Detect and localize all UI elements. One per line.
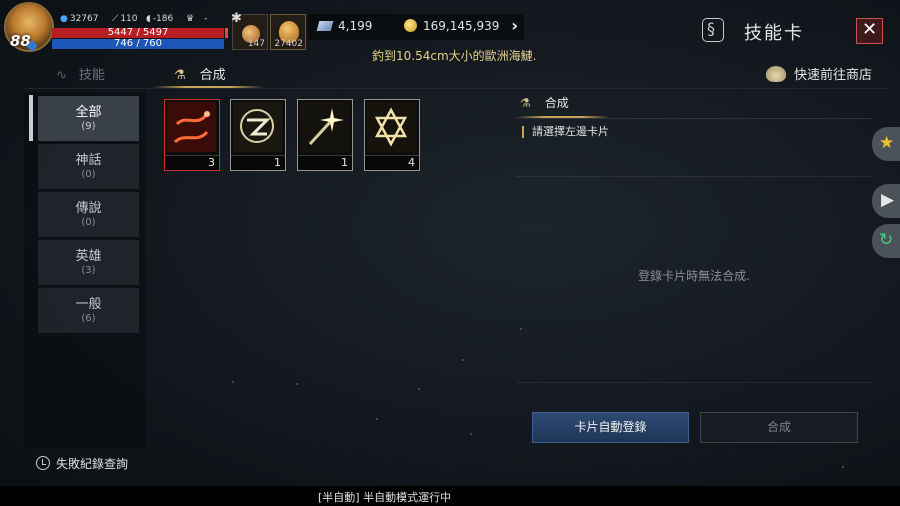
defense-stat: ◖ -186 <box>146 14 173 24</box>
category-count: (0) <box>81 169 96 180</box>
history-clock-icon <box>36 456 50 470</box>
gold-coin-icon <box>404 19 417 32</box>
synthesis-panel-header: ⚗ 合成 <box>520 94 569 111</box>
helmet-icon: ◖ <box>146 14 151 24</box>
defense-value: -186 <box>152 14 174 24</box>
category-label: 一般 <box>75 297 102 312</box>
synthesize-button[interactable]: 合成 <box>700 412 858 443</box>
potion-count: 147 <box>247 39 265 49</box>
flask-icon: ⚗ <box>520 96 531 110</box>
close-icon[interactable]: ✕ <box>862 19 877 40</box>
category-label: 英雄 <box>75 249 102 264</box>
arcane-sigil-icon <box>233 102 282 152</box>
category-normal[interactable]: 一般 (6) <box>38 288 139 333</box>
hp-bar: 5447 / 5497 <box>52 27 228 38</box>
category-mythic[interactable]: 神話 (0) <box>38 144 139 189</box>
trophy-icon: ♛ <box>186 14 195 24</box>
sword-icon: ⟋ <box>112 14 119 24</box>
gem-currency: 4,199 <box>316 19 373 33</box>
category-count: (3) <box>81 265 96 276</box>
tab-divider <box>24 88 888 89</box>
favorite-side-button[interactable]: ★ <box>872 127 900 161</box>
chevron-right-icon[interactable]: › <box>511 16 518 35</box>
swap-side-button[interactable]: ↻ <box>872 224 900 258</box>
category-sidebar: 全部 (9) 神話 (0) 傳說 (0) 英雄 (3) 一般 (6) <box>24 92 146 448</box>
skill-tab-icon: ∿ <box>56 68 67 83</box>
skill-card-icon <box>702 18 724 42</box>
tab-synthesis[interactable]: ⚗ 合成 <box>174 64 226 83</box>
shop-shortcut-label: 快速前往商店 <box>794 68 873 83</box>
system-notice: 釣到10.54cm大小的歐洲海鰱. <box>372 49 537 63</box>
category-legendary[interactable]: 傳說 (0) <box>38 192 139 237</box>
card-count: 4 <box>365 155 419 170</box>
quick-slot-potion[interactable]: ✱ 147 <box>231 11 268 50</box>
power-value: 32767 <box>69 14 99 24</box>
gem-icon <box>316 21 334 31</box>
auto-mode-status: [半自動] 半自動模式運行中 <box>318 491 452 504</box>
fail-history-label: 失敗紀錄查詢 <box>56 457 129 471</box>
skill-card[interactable]: 1 <box>230 99 286 171</box>
hexagram-icon <box>367 102 416 152</box>
money-bag-icon <box>766 66 786 82</box>
fail-history-button[interactable]: 失敗紀錄查詢 <box>36 455 128 472</box>
mp-text: 746 / 760 <box>114 38 162 49</box>
card-count: 1 <box>298 155 352 170</box>
category-label: 全部 <box>75 105 102 120</box>
category-count: (6) <box>81 313 96 324</box>
swap-icon: ↻ <box>879 230 894 250</box>
play-side-button[interactable]: ▶ <box>872 184 900 218</box>
category-count: (0) <box>81 217 96 228</box>
serpent-flame-icon <box>167 102 216 152</box>
card-count: 3 <box>165 155 219 170</box>
skill-card[interactable]: 1 <box>297 99 353 171</box>
synthesis-message: 登錄卡片時無法合成. <box>638 269 750 283</box>
flask-icon: ⚗ <box>174 68 186 83</box>
panel-divider <box>516 176 872 177</box>
starburst-staff-icon <box>300 102 349 152</box>
category-label: 神話 <box>75 153 102 168</box>
skill-card[interactable]: 4 <box>364 99 420 171</box>
auto-register-button[interactable]: 卡片自動登錄 <box>532 412 689 443</box>
tab-synthesis-label: 合成 <box>199 68 226 83</box>
tab-skill[interactable]: ∿ 技能 <box>56 64 105 83</box>
panel-header-divider <box>516 118 872 119</box>
close-button[interactable]: ✕ <box>856 18 883 44</box>
gold-amount: 169,145,939 <box>423 19 500 33</box>
quick-slot-item[interactable]: 27402 <box>270 14 306 50</box>
skill-card[interactable]: 3 <box>164 99 220 171</box>
category-count: (9) <box>81 121 96 132</box>
category-hero[interactable]: 英雄 (3) <box>38 240 139 285</box>
item-count: 27402 <box>274 39 303 49</box>
card-count: 1 <box>231 155 285 170</box>
panel-divider <box>516 382 872 383</box>
select-card-hint: 請選擇左邊卡片 <box>522 126 609 138</box>
power-stat: ● 32767 <box>60 14 99 24</box>
gold-currency: 169,145,939 <box>404 19 499 33</box>
trophy-value: - <box>204 14 208 24</box>
gear-icon[interactable]: ✱ <box>231 11 242 26</box>
attack-stat: ⟋ 110 <box>112 14 138 24</box>
hp-text: 5447 / 5497 <box>107 27 169 38</box>
shop-shortcut-button[interactable]: 快速前往商店 <box>766 64 872 83</box>
play-icon: ▶ <box>881 190 895 210</box>
tab-skill-label: 技能 <box>78 68 105 83</box>
category-all[interactable]: 全部 (9) <box>38 96 139 141</box>
window-title: 技能卡 <box>744 23 804 44</box>
star-icon: ★ <box>879 133 895 153</box>
category-label: 傳說 <box>75 201 102 216</box>
currency-bar: 4,199 169,145,939 › <box>308 14 524 40</box>
attack-value: 110 <box>120 14 138 24</box>
mp-bar: 746 / 760 <box>52 39 224 49</box>
power-icon: ● <box>60 14 68 24</box>
active-category-marker <box>29 95 33 141</box>
trophy-stat: ♛ - <box>186 14 207 24</box>
gem-amount: 4,199 <box>338 19 373 33</box>
synthesis-panel-title: 合成 <box>544 96 569 110</box>
